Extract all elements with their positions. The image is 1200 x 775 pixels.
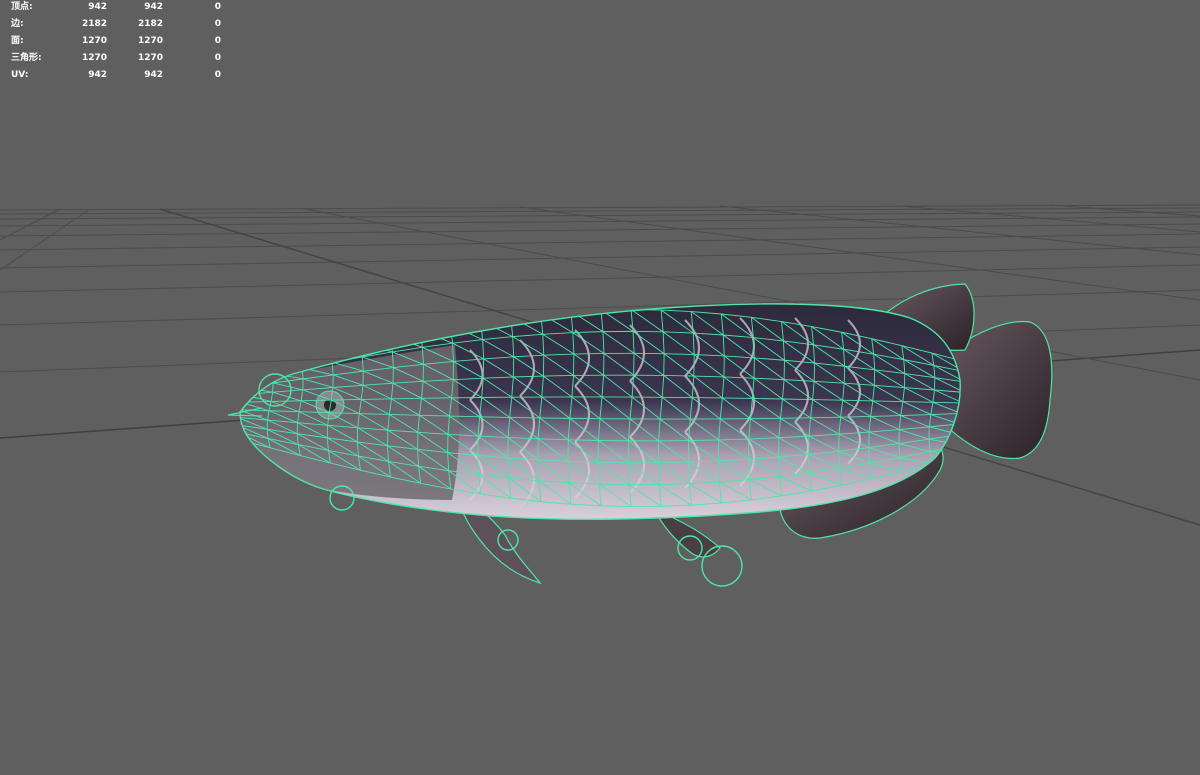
- viewport-scene[interactable]: [0, 0, 1200, 775]
- hud-value-extra: 0: [214, 36, 221, 46]
- hud-value-object: 942: [88, 2, 107, 12]
- hud-value-object: 2182: [81, 19, 107, 29]
- hud-row: 顶点: 942 942 0: [0, 0, 240, 14]
- hud-value-extra: 0: [214, 2, 221, 12]
- hud-value-selected: 942: [144, 2, 163, 12]
- 3d-viewport[interactable]: 顶点: 942 942 0 边: 2182 2182 0 面: 1270 1270 0 三角形: 1270…: [0, 0, 1200, 775]
- hud-value-selected: 1270: [137, 53, 163, 63]
- hud-value-selected: 1270: [137, 36, 163, 46]
- hud-label: 三角形:: [11, 53, 42, 63]
- hud-label: 面:: [11, 36, 24, 46]
- hud-row: 边: 2182 2182 0: [0, 17, 240, 31]
- hud-value-extra: 0: [214, 70, 221, 80]
- hud-value-selected: 942: [144, 70, 163, 80]
- hud-row: 面: 1270 1270 0: [0, 34, 240, 48]
- hud-label: 边:: [11, 19, 24, 29]
- hud-value-object: 942: [88, 70, 107, 80]
- hud-value-object: 1270: [81, 53, 107, 63]
- hud-value-selected: 2182: [137, 19, 163, 29]
- hud-label: 顶点:: [11, 2, 33, 12]
- hud-label: UV:: [11, 70, 29, 80]
- hud-row: 三角形: 1270 1270 0: [0, 51, 240, 65]
- hud-value-object: 1270: [81, 36, 107, 46]
- hud-row: UV: 942 942 0: [0, 68, 240, 82]
- hud-value-extra: 0: [214, 53, 221, 63]
- hud-value-extra: 0: [214, 19, 221, 29]
